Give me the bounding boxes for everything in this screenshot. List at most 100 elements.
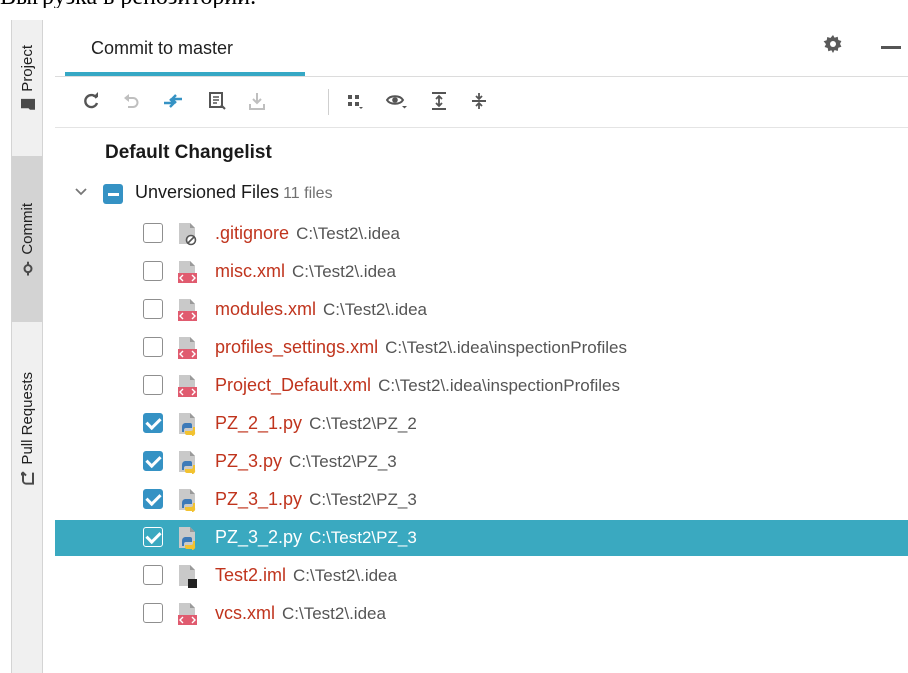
file-row[interactable]: PZ_3.py C:\Test2\PZ_3 xyxy=(55,444,908,480)
shelve-icon[interactable] xyxy=(205,89,229,113)
xml-file-icon xyxy=(177,602,199,626)
python-file-icon xyxy=(177,412,199,437)
changelist-title: Default Changelist xyxy=(105,142,272,163)
file-path: C:\Test2\PZ_3 xyxy=(309,490,417,509)
folder-icon xyxy=(20,98,35,111)
xml-file-icon xyxy=(177,298,199,322)
file-row[interactable]: Test2.iml C:\Test2\.idea xyxy=(55,558,908,594)
changelist-row[interactable]: Default Changelist xyxy=(55,136,908,172)
file-checkbox[interactable] xyxy=(143,451,163,471)
file-row[interactable]: PZ_3_2.py C:\Test2\PZ_3 xyxy=(55,520,908,556)
file-checkbox[interactable] xyxy=(143,299,163,319)
file-path: C:\Test2\PZ_3 xyxy=(289,452,397,471)
file-entry: vcs.xml C:\Test2\.idea xyxy=(215,603,386,624)
collapse-all-icon[interactable] xyxy=(467,89,491,113)
file-checkbox[interactable] xyxy=(143,489,163,509)
file-row[interactable]: Project_Default.xml C:\Test2\.idea\inspec… xyxy=(55,368,908,404)
python-file-icon xyxy=(177,526,199,551)
file-path: C:\Test2\.idea xyxy=(282,604,386,623)
file-name: .gitignore xyxy=(215,223,290,243)
file-path: C:\Test2\.idea xyxy=(292,262,396,281)
file-row[interactable]: PZ_2_1.py C:\Test2\PZ_2 xyxy=(55,406,908,442)
file-row[interactable]: modules.xml C:\Test2\.idea xyxy=(55,292,908,328)
file-row[interactable]: .gitignore C:\Test2\.idea xyxy=(55,216,908,252)
file-entry: PZ_2_1.py C:\Test2\PZ_2 xyxy=(215,413,417,434)
refresh-icon[interactable] xyxy=(79,89,103,113)
file-name: modules.xml xyxy=(215,299,317,319)
file-name: profiles_settings.xml xyxy=(215,337,379,357)
file-checkbox[interactable] xyxy=(143,337,163,357)
file-checkbox[interactable] xyxy=(143,223,163,243)
changes-toolbar xyxy=(55,77,908,128)
group-name: Unversioned Files xyxy=(135,182,280,202)
xml-file-icon xyxy=(177,336,199,360)
commit-icon xyxy=(20,261,35,276)
chevron-down-icon[interactable] xyxy=(75,184,87,200)
active-tab-underline xyxy=(65,72,305,76)
file-name: vcs.xml xyxy=(215,603,275,623)
file-path: C:\Test2\.idea xyxy=(293,566,397,585)
file-entry: modules.xml C:\Test2\.idea xyxy=(215,299,427,320)
stripe-tab-label: Commit xyxy=(18,202,36,255)
file-row[interactable]: misc.xml C:\Test2\.idea xyxy=(55,254,908,290)
group-checkbox[interactable] xyxy=(103,184,123,204)
file-name: Test2.iml xyxy=(215,565,287,585)
file-entry: misc.xml C:\Test2\.idea xyxy=(215,261,396,282)
file-name: misc.xml xyxy=(215,261,285,281)
file-path: C:\Test2\.idea\inspectionProfiles xyxy=(385,338,627,357)
file-entry: profiles_settings.xml C:\Test2\.idea\insp… xyxy=(215,337,627,358)
commit-tab-title[interactable]: Commit to master xyxy=(91,38,233,59)
minimize-icon[interactable] xyxy=(881,46,901,49)
file-name: PZ_3_2.py xyxy=(215,527,303,547)
stripe-tab-commit[interactable]: Commit xyxy=(12,156,42,322)
file-checkbox[interactable] xyxy=(143,565,163,585)
group-row-unversioned[interactable]: Unversioned Files 11 files xyxy=(55,176,908,212)
file-path: C:\Test2\.idea xyxy=(323,300,427,319)
tool-window-stripe: Project Commit Pull Requests xyxy=(11,20,43,673)
file-checkbox[interactable] xyxy=(143,261,163,281)
toolbar-separator xyxy=(328,89,329,115)
iml-file-icon xyxy=(177,564,199,588)
file-entry: PZ_3_2.py C:\Test2\PZ_3 xyxy=(215,527,417,548)
file-name: PZ_2_1.py xyxy=(215,413,303,433)
file-entry: PZ_3.py C:\Test2\PZ_3 xyxy=(215,451,397,472)
file-name: Project_Default.xml xyxy=(215,375,372,395)
file-path: C:\Test2\.idea xyxy=(296,224,401,243)
stripe-tab-project[interactable]: Project xyxy=(12,22,42,134)
group-label: Unversioned Files 11 files xyxy=(135,182,333,203)
file-path: C:\Test2\.idea\inspectionProfiles xyxy=(378,376,620,395)
xml-file-icon xyxy=(177,374,199,398)
file-name: PZ_3_1.py xyxy=(215,489,303,509)
view-options-icon[interactable] xyxy=(385,89,409,113)
file-name: PZ_3.py xyxy=(215,451,283,471)
file-entry: Test2.iml C:\Test2\.idea xyxy=(215,565,397,586)
group-count: 11 files xyxy=(283,185,333,202)
expand-all-icon[interactable] xyxy=(427,89,451,113)
file-row[interactable]: vcs.xml C:\Test2\.idea xyxy=(55,596,908,632)
stripe-tab-label: Pull Requests xyxy=(18,372,36,465)
file-entry: PZ_3_1.py C:\Test2\PZ_3 xyxy=(215,489,417,510)
file-entry: .gitignore C:\Test2\.idea xyxy=(215,223,400,244)
panel-header: Commit to master xyxy=(55,20,908,77)
file-checkbox[interactable] xyxy=(143,527,163,547)
stripe-tab-label: Project xyxy=(18,45,36,92)
pull-request-icon xyxy=(18,471,35,486)
rollback-icon[interactable] xyxy=(119,89,143,113)
file-checkbox[interactable] xyxy=(143,375,163,395)
python-file-icon xyxy=(177,450,199,475)
gitignore-file-icon xyxy=(177,222,199,246)
stripe-tab-pull-requests[interactable]: Pull Requests xyxy=(12,338,42,520)
update-icon[interactable] xyxy=(245,89,269,113)
commit-panel: Commit to master Default Changelist Unve… xyxy=(55,20,908,673)
group-by-icon[interactable] xyxy=(343,89,367,113)
file-checkbox[interactable] xyxy=(143,413,163,433)
file-row[interactable]: profiles_settings.xml C:\Test2\.idea\insp… xyxy=(55,330,908,366)
file-entry: Project_Default.xml C:\Test2\.idea\inspec… xyxy=(215,375,620,396)
file-path: C:\Test2\PZ_3 xyxy=(309,528,417,547)
document-text-fragment: Выгрузка в репозиторий. xyxy=(0,0,908,8)
xml-file-icon xyxy=(177,260,199,284)
gear-icon[interactable] xyxy=(823,34,843,60)
diff-icon[interactable] xyxy=(161,89,185,113)
file-checkbox[interactable] xyxy=(143,603,163,623)
file-row[interactable]: PZ_3_1.py C:\Test2\PZ_3 xyxy=(55,482,908,518)
